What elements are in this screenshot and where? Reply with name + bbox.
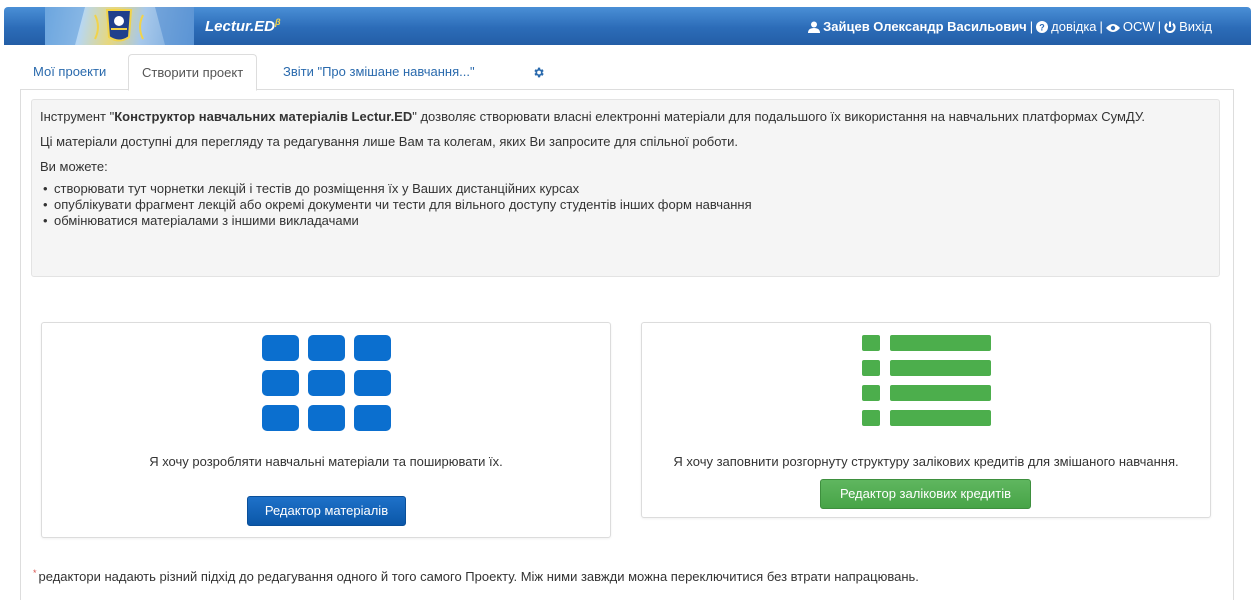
- credits-card-text: Я хочу заповнити розгорнуту структуру за…: [673, 454, 1179, 469]
- question-circle-icon: ?: [1036, 21, 1049, 33]
- user-menu: Зайцев Олександр Васильович |? довідка | OCW…: [808, 19, 1212, 34]
- logo-emblem-icon: [45, 7, 194, 45]
- separator: |: [1157, 19, 1162, 34]
- tab-my-projects[interactable]: Мої проекти: [20, 54, 119, 90]
- brand-title[interactable]: Lectur.EDβ: [205, 17, 281, 35]
- access-text: Ці матеріали доступні для перегляду та р…: [40, 134, 739, 149]
- can-text: Ви можете:: [40, 159, 108, 174]
- university-logo[interactable]: [45, 7, 194, 45]
- gear-icon[interactable]: [532, 66, 545, 79]
- user-name[interactable]: Зайцев Олександр Васильович: [823, 19, 1027, 34]
- th-grid-icon: [262, 335, 391, 431]
- logout-label: Вихід: [1179, 19, 1212, 34]
- editors-footnote: * редактори надають різний підхід до реда…: [33, 568, 919, 584]
- required-asterisk: *: [33, 568, 37, 578]
- credits-editor-card: Я хочу заповнити розгорнуту структуру за…: [641, 322, 1211, 518]
- list-item: опублікувати фрагмент лекцій або окремі …: [43, 197, 1211, 213]
- credits-editor-button[interactable]: Редактор залікових кредитів: [820, 479, 1031, 509]
- ocw-label: OCW: [1122, 19, 1155, 34]
- materials-editor-button[interactable]: Редактор матеріалів: [247, 496, 406, 526]
- separator: |: [1029, 19, 1034, 34]
- logout-link[interactable]: Вихід: [1164, 19, 1212, 34]
- separator: |: [1099, 19, 1103, 34]
- eye-icon: [1105, 24, 1120, 32]
- brand-name: Lectur.ED: [205, 18, 276, 35]
- intro-suffix: " дозволяє створювати власні електронні …: [412, 109, 1146, 124]
- materials-editor-card: Я хочу розробляти навчальні матеріали та…: [41, 322, 611, 538]
- user-icon: [808, 21, 821, 33]
- intro-text: Інструмент "Конструктор навчальних матер…: [40, 108, 1211, 125]
- help-label: довідка: [1051, 19, 1097, 34]
- list-item: обмінюватися матеріалами з іншими виклад…: [43, 213, 1211, 229]
- ocw-link[interactable]: OCW: [1105, 19, 1155, 34]
- intro-prefix: Інструмент ": [40, 109, 115, 124]
- help-link[interactable]: ? довідка: [1036, 19, 1097, 34]
- footnote-text: редактори надають різний підхід до редаг…: [38, 569, 919, 584]
- list-item: створювати тут чорнетки лекцій і тестів …: [43, 181, 1211, 197]
- materials-card-text: Я хочу розробляти навчальні матеріали та…: [149, 454, 503, 469]
- svg-text:?: ?: [1039, 23, 1045, 33]
- th-list-icon: [862, 335, 991, 426]
- tool-description-panel: Інструмент "Конструктор навчальних матер…: [31, 99, 1220, 277]
- capabilities-list: створювати тут чорнетки лекцій і тестів …: [43, 181, 1211, 229]
- brand-beta-badge: β: [275, 17, 281, 27]
- top-navbar: Lectur.EDβ Зайцев Олександр Васильович |?…: [4, 7, 1251, 45]
- power-icon: [1164, 21, 1176, 33]
- tab-blended-learning-reports[interactable]: Звіти "Про змішане навчання...": [270, 54, 488, 90]
- tab-create-project[interactable]: Створити проект: [128, 54, 258, 91]
- tool-name: Конструктор навчальних матеріалів Lectur…: [114, 109, 413, 124]
- project-tabs: Мої проекти Створити проект Звіти "Про з…: [20, 54, 1234, 91]
